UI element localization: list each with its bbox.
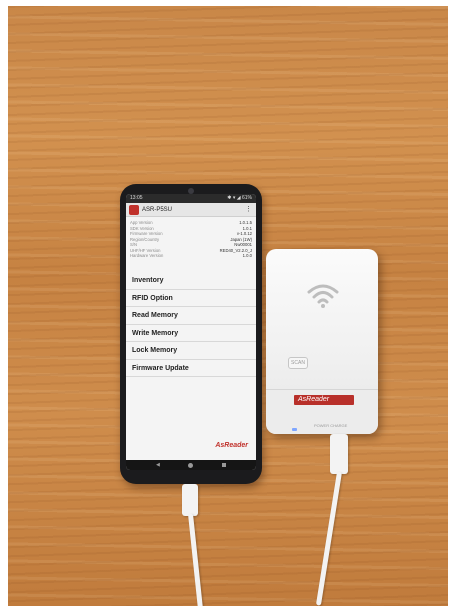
- menu-item-read-memory[interactable]: Read Memory: [126, 307, 256, 325]
- status-time: 13:05: [130, 195, 143, 201]
- scan-button[interactable]: SCAN: [288, 357, 308, 369]
- rfid-reader: SCAN AsReader POWER CHARGE: [266, 249, 378, 434]
- recent-apps-icon[interactable]: [222, 463, 226, 467]
- reader-logo: AsReader: [294, 395, 354, 405]
- nav-bar: ◀: [126, 460, 256, 470]
- reader-cable: [315, 471, 342, 606]
- info-label: Hardware Version: [130, 253, 164, 258]
- status-icons: ✱ ▾ ◢ 61%: [227, 195, 252, 201]
- phone-cable: [188, 513, 203, 606]
- app-logo-icon: [129, 205, 139, 215]
- menu-item-lock-memory[interactable]: Lock Memory: [126, 342, 256, 360]
- wireless-icon: [307, 284, 339, 308]
- menu-item-rfid-option[interactable]: RFID Option: [126, 290, 256, 307]
- overflow-menu-icon[interactable]: ⋮: [245, 205, 252, 214]
- home-icon[interactable]: [188, 463, 193, 468]
- desk-photo: 13:05 ✱ ▾ ◢ 61% ASR-P5SU ⋮ App Version 1…: [8, 6, 448, 606]
- menu-item-write-memory[interactable]: Write Memory: [126, 325, 256, 342]
- main-menu: Inventory RFID Option Read Memory Write …: [126, 272, 256, 377]
- info-value: 1.0.0: [242, 253, 252, 258]
- smartphone: 13:05 ✱ ▾ ◢ 61% ASR-P5SU ⋮ App Version 1…: [120, 184, 262, 484]
- app-bar: ASR-P5SU ⋮: [126, 203, 256, 217]
- menu-item-firmware-update[interactable]: Firmware Update: [126, 360, 256, 377]
- app-title: ASR-P5SU: [142, 207, 173, 213]
- back-icon[interactable]: ◀: [156, 462, 160, 468]
- reader-indicator-labels: POWER CHARGE: [314, 423, 348, 428]
- power-led: [292, 428, 297, 431]
- reader-cable-plug: [330, 434, 348, 474]
- phone-cable-plug: [182, 484, 198, 516]
- phone-screen: 13:05 ✱ ▾ ◢ 61% ASR-P5SU ⋮ App Version 1…: [126, 194, 256, 470]
- info-row: Hardware Version 1.0.0: [130, 253, 252, 259]
- device-info-list: App Version 1.0.1.5 SDK Version 1.0.1 Fi…: [130, 220, 252, 259]
- brand-logo: AsReader: [215, 442, 248, 449]
- status-bar: 13:05 ✱ ▾ ◢ 61%: [126, 194, 256, 203]
- menu-item-inventory[interactable]: Inventory: [126, 272, 256, 290]
